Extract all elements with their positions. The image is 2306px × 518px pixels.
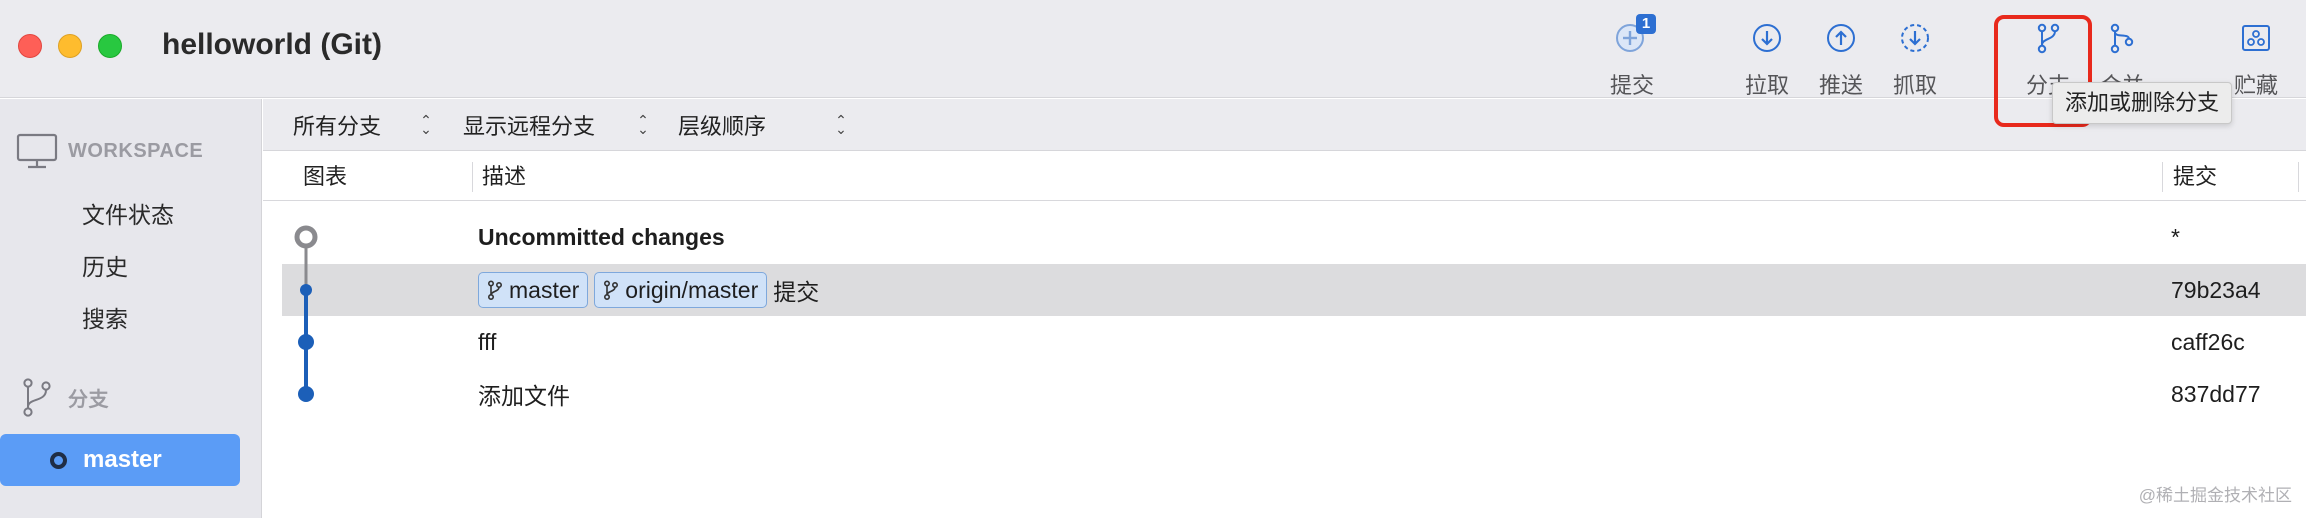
column-header-description[interactable]: 描述 bbox=[482, 152, 526, 201]
commit-description: 添加文件 bbox=[478, 383, 570, 409]
select-arrows-icon: ⌃ ⌄ bbox=[420, 112, 432, 137]
column-divider[interactable] bbox=[472, 162, 473, 192]
branches-header-label: 分支 bbox=[68, 388, 109, 411]
commit-hash: 79b23a4 bbox=[2171, 277, 2261, 303]
commit-description: Uncommitted changes bbox=[478, 223, 725, 250]
fetch-arrow-down-dashed-icon bbox=[1901, 24, 1929, 52]
table-row[interactable]: 添加文件 837dd77 bbox=[263, 368, 2306, 420]
column-divider[interactable] bbox=[2162, 162, 2163, 192]
order-filter-value: 层级顺序 bbox=[678, 114, 767, 139]
commit-count-badge: 1 bbox=[1636, 14, 1656, 34]
commit-description: fff bbox=[478, 328, 497, 355]
table-row[interactable]: master origin/master 提交 79b23a4 bbox=[282, 264, 2306, 316]
commit-button[interactable]: 1 提交 bbox=[1592, 14, 1672, 98]
branch-filter-value: 所有分支 bbox=[293, 114, 382, 139]
pull-button[interactable]: 拉取 bbox=[1727, 14, 1807, 98]
remote-filter-value: 显示远程分支 bbox=[463, 114, 596, 139]
window-title: helloworld (Git) bbox=[162, 28, 382, 61]
sidebar-branch-name: master bbox=[83, 446, 162, 473]
order-filter-select[interactable]: 层级顺序 ⌃ ⌄ bbox=[678, 109, 847, 141]
pull-arrow-down-icon bbox=[1753, 24, 1781, 52]
workspace-header-label: WORKSPACE bbox=[68, 139, 204, 162]
commit-hash: 837dd77 bbox=[2171, 381, 2261, 407]
minimize-window-button[interactable] bbox=[58, 34, 82, 58]
close-window-button[interactable] bbox=[18, 34, 42, 58]
filter-bar: 所有分支 ⌃ ⌄ 显示远程分支 ⌃ ⌄ 层级顺序 ⌃ ⌄ bbox=[263, 99, 2306, 151]
commit-list: Uncommitted changes * master origin/mast… bbox=[263, 202, 2306, 518]
pull-label: 拉取 bbox=[1744, 73, 1789, 98]
commit-hash: * bbox=[2171, 224, 2180, 250]
commit-description-cell: master origin/master 提交 bbox=[478, 264, 819, 316]
commit-description: 提交 bbox=[773, 279, 820, 305]
push-arrow-up-icon bbox=[1827, 24, 1855, 52]
branch-tag-origin-master[interactable]: origin/master bbox=[594, 272, 768, 308]
fetch-button[interactable]: 抓取 bbox=[1875, 14, 1955, 98]
branch-tag-master[interactable]: master bbox=[478, 272, 589, 308]
branch-tooltip: 添加或删除分支 bbox=[2052, 82, 2233, 124]
branch-icon bbox=[2037, 23, 2060, 54]
select-arrows-icon: ⌃ ⌄ bbox=[835, 112, 847, 137]
commit-hash: caff26c bbox=[2171, 329, 2245, 355]
current-branch-indicator-icon bbox=[50, 451, 67, 469]
column-header-graph[interactable]: 图表 bbox=[303, 152, 347, 201]
title-bar: helloworld (Git) 1 提交 拉取 推送 抓取 分支 贮藏 bbox=[0, 0, 2306, 98]
column-header-commit[interactable]: 提交 bbox=[2173, 152, 2217, 201]
commit-label: 提交 bbox=[1609, 73, 1654, 98]
branches-header[interactable]: 分支 bbox=[16, 377, 109, 417]
workspace-header[interactable]: WORKSPACE bbox=[16, 131, 203, 171]
push-button[interactable]: 推送 bbox=[1801, 14, 1881, 98]
branch-tag-icon bbox=[604, 280, 619, 300]
sidebar-branch-master[interactable]: master bbox=[0, 434, 240, 486]
remote-filter-select[interactable]: 显示远程分支 ⌃ ⌄ bbox=[463, 109, 649, 141]
column-divider[interactable] bbox=[2298, 162, 2299, 192]
table-row[interactable]: Uncommitted changes * bbox=[263, 211, 2306, 263]
branch-tag-label: master bbox=[509, 276, 580, 303]
select-arrows-icon: ⌃ ⌄ bbox=[637, 112, 649, 137]
sidebar-item-file-status[interactable]: 文件状态 bbox=[82, 196, 174, 230]
zoom-window-button[interactable] bbox=[98, 34, 122, 58]
watermark: @稀土掘金技术社区 bbox=[2138, 486, 2292, 505]
stash-box-icon bbox=[2242, 25, 2270, 51]
sidebar-item-history[interactable]: 历史 bbox=[82, 248, 128, 282]
push-label: 推送 bbox=[1818, 73, 1863, 98]
branch-tag-icon bbox=[487, 280, 503, 300]
branch-section-icon bbox=[23, 378, 51, 417]
table-row[interactable]: fff caff26c bbox=[263, 316, 2306, 368]
monitor-icon bbox=[16, 133, 58, 169]
sidebar-item-search[interactable]: 搜索 bbox=[82, 300, 128, 334]
branch-filter-select[interactable]: 所有分支 ⌃ ⌄ bbox=[293, 109, 432, 141]
fetch-label: 抓取 bbox=[1892, 73, 1937, 98]
branch-tag-label: origin/master bbox=[625, 276, 759, 303]
sidebar: WORKSPACE 文件状态 历史 搜索 分支 master bbox=[0, 99, 262, 518]
merge-icon bbox=[2110, 23, 2134, 54]
table-header: 图表 描述 提交 bbox=[263, 152, 2306, 201]
